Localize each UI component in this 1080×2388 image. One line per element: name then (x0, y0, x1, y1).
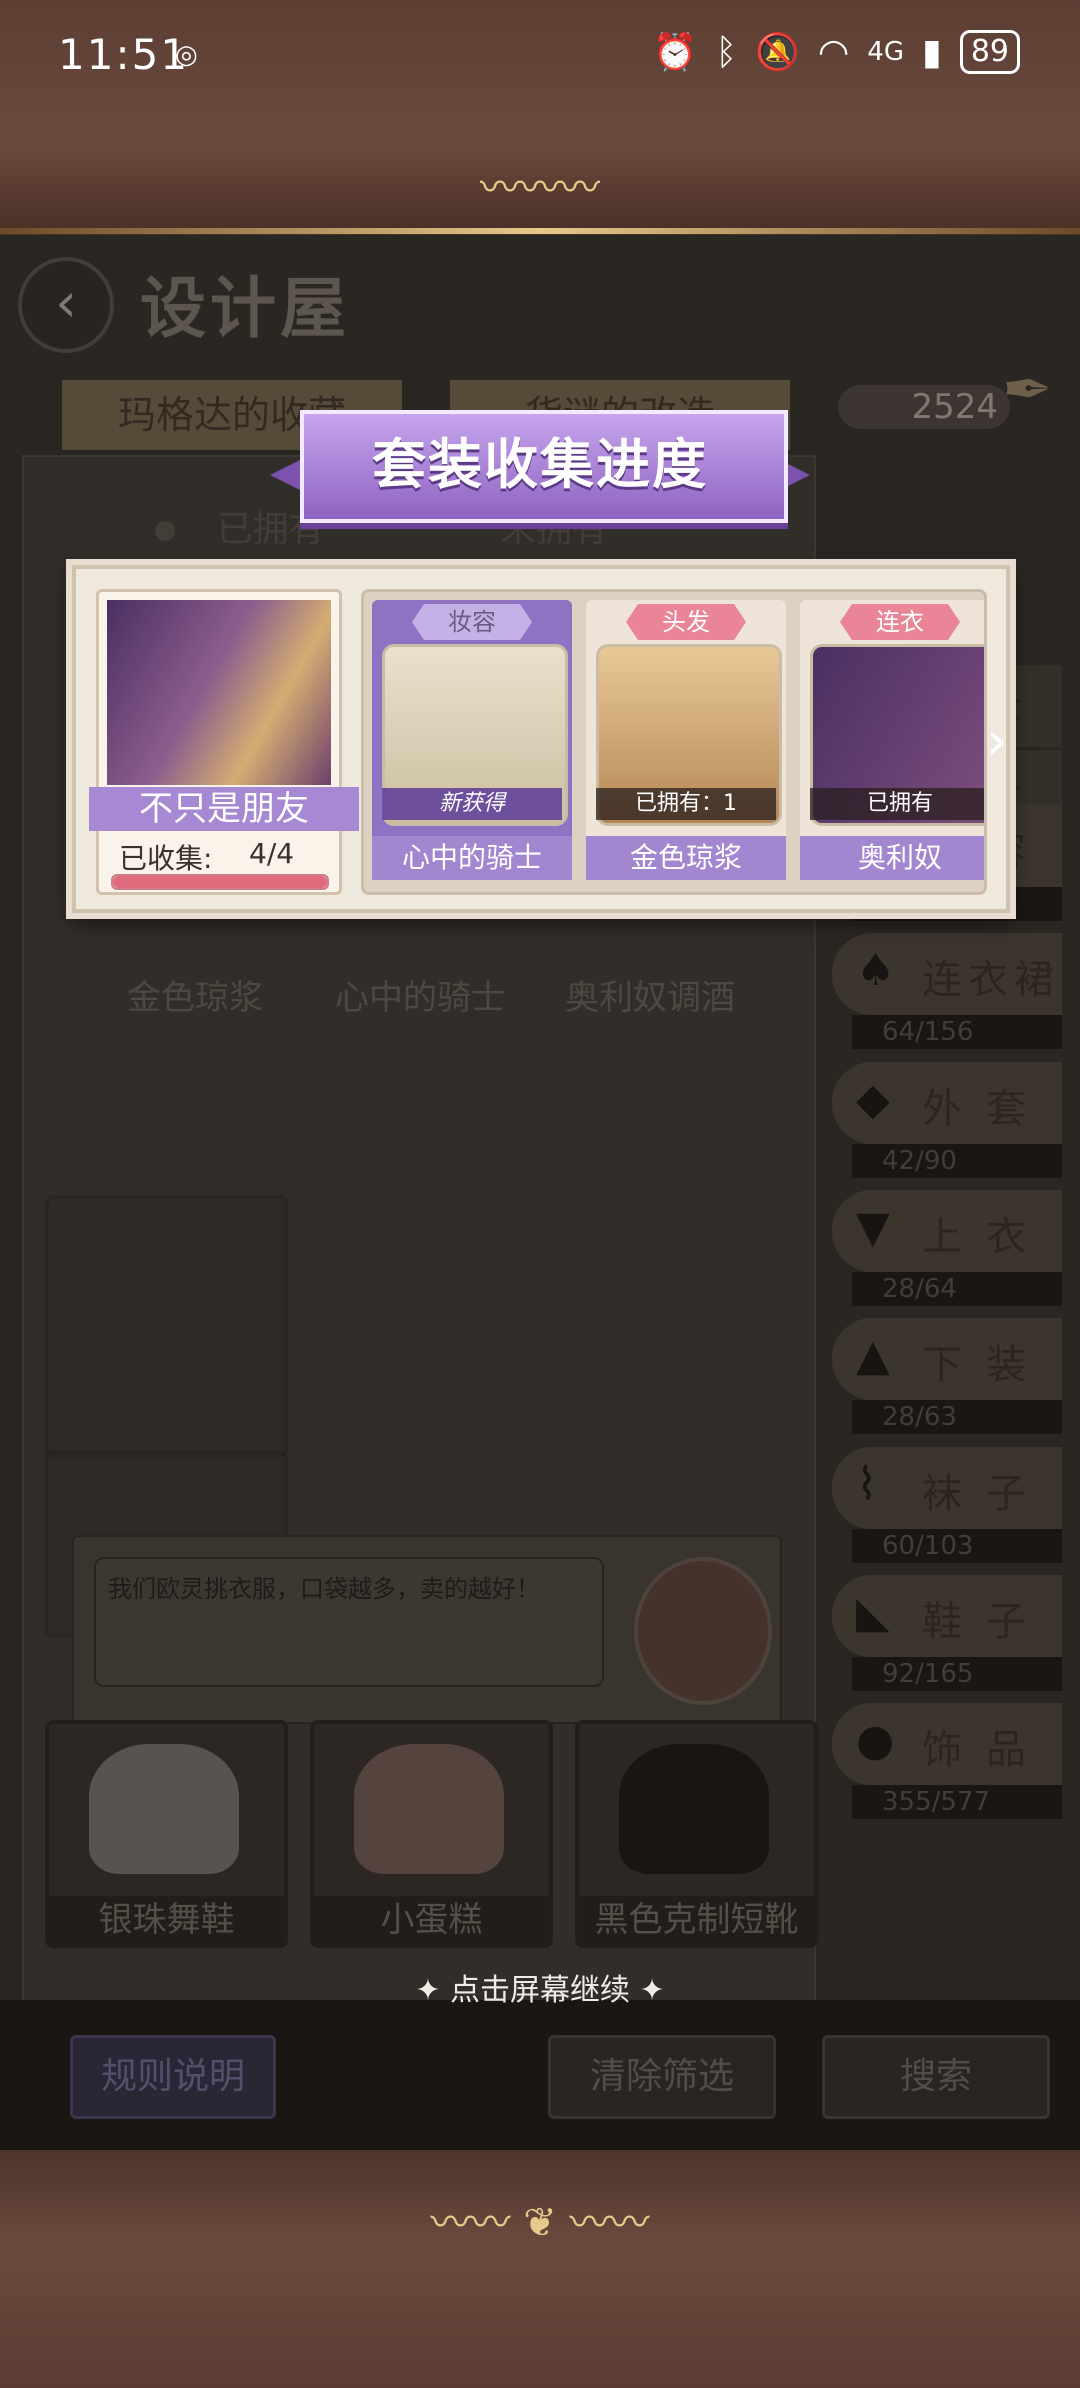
status-bar: 11:51 ◎ ⏰ ᛒ 🔕 ◠ 4G ▮ 89 (0, 0, 1080, 110)
piece-name: 心中的骑士 (372, 836, 572, 880)
piece-tag: 妆容 (412, 604, 532, 640)
continue-hint-text: 点击屏幕继续 (450, 1973, 630, 2008)
chevron-right-icon[interactable]: › (986, 709, 1008, 772)
piece-tag: 头发 (626, 604, 746, 640)
bottom-frame (0, 2150, 1080, 2388)
collection-progress-bar (111, 874, 329, 890)
suit-image (107, 600, 331, 785)
piece-name: 金色琼浆 (586, 836, 786, 880)
status-time: 11:51 (58, 30, 190, 79)
status-icons: ⏰ ᛒ 🔕 ◠ 4G ▮ 89 (653, 30, 1020, 74)
gold-divider-top (0, 228, 1080, 234)
battery-indicator: 89 (959, 30, 1020, 74)
piece-card-dress[interactable]: 连衣 已拥有 奥利奴 (800, 600, 984, 880)
banner-title: 套装收集进度 (372, 433, 708, 496)
alarm-icon: ⏰ (652, 32, 698, 73)
signal-icon: ▮ (922, 31, 942, 73)
piece-name: 奥利奴 (800, 836, 984, 880)
suit-progress-popup[interactable]: 不只是朋友 已收集: 4/4 妆容 新获得 心中的骑士 头发 已拥有：1 金色琼… (72, 565, 1010, 913)
bluetooth-icon: ᛒ (715, 31, 738, 73)
top-flourish: 〰〰〰 (480, 165, 600, 211)
suit-pieces-strip[interactable]: 妆容 新获得 心中的骑士 头发 已拥有：1 金色琼浆 连衣 已拥有 奥利奴 (361, 589, 987, 895)
piece-tag: 连衣 (840, 604, 960, 640)
piece-card-makeup[interactable]: 妆容 新获得 心中的骑士 (372, 600, 572, 880)
piece-status: 已拥有：1 (596, 788, 776, 820)
bottom-flourish: 〰〰 ❦ 〰〰 (430, 2200, 650, 2246)
sparkle-icon: ✦ (415, 1973, 450, 2008)
mute-icon: 🔕 (755, 32, 800, 73)
continue-hint[interactable]: ✦ 点击屏幕继续 ✦ (0, 1965, 1080, 2009)
wifi-icon: ◠ (817, 31, 850, 73)
piece-status: 新获得 (382, 788, 562, 820)
suit-name: 不只是朋友 (89, 787, 359, 831)
piece-status: 已拥有 (810, 788, 984, 820)
progress-fill (113, 876, 327, 888)
suit-card[interactable]: 不只是朋友 已收集: 4/4 (89, 589, 359, 895)
progress-banner: 套装收集进度 (270, 410, 810, 523)
notification-icon: ◎ (175, 40, 198, 70)
network-type: 4G (867, 37, 904, 67)
sparkle-icon: ✦ (630, 1973, 665, 2008)
collected-count: 4/4 (249, 837, 295, 870)
collected-label: 已收集: (119, 842, 213, 875)
piece-card-hair[interactable]: 头发 已拥有：1 金色琼浆 (586, 600, 786, 880)
